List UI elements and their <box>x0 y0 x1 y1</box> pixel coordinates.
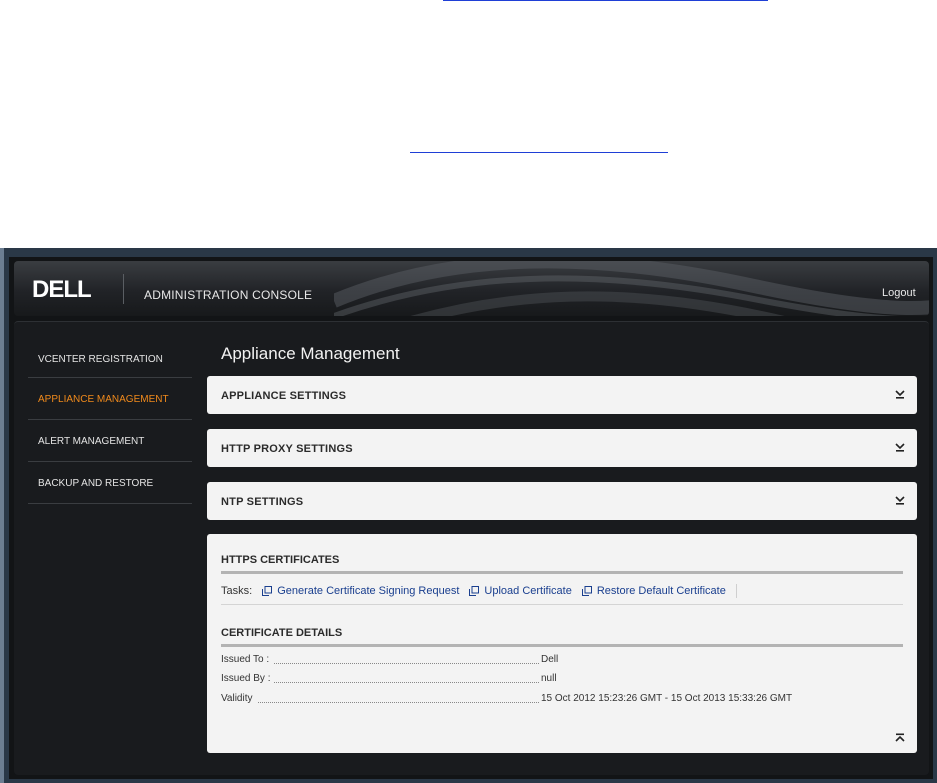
header-swoosh-decoration <box>334 261 929 316</box>
sidebar-item-vcenter-registration[interactable]: VCENTER REGISTRATION <box>28 340 192 378</box>
section-title: APPLIANCE SETTINGS <box>221 390 347 402</box>
appliance-settings-section[interactable]: APPLIANCE SETTINGS <box>207 376 917 414</box>
page-title: Appliance Management <box>221 344 400 363</box>
expand-icon[interactable] <box>895 442 905 452</box>
detail-value: 15 Oct 2012 15:23:26 GMT - 15 Oct 2013 1… <box>541 693 793 704</box>
task-link-label: Generate Certificate Signing Request <box>277 585 460 597</box>
task-link-label: Restore Default Certificate <box>596 585 726 597</box>
detail-row-issued-by: Issued By : null <box>221 673 903 687</box>
section-rule <box>221 571 903 574</box>
detail-row-issued-to: Issued To : Dell <box>221 654 903 668</box>
sidebar-item-appliance-management[interactable]: APPLIANCE MANAGEMENT <box>28 378 192 420</box>
console-title: ADMINISTRATION CONSOLE <box>144 288 313 302</box>
document-link-underline[interactable] <box>443 0 768 1</box>
sidebar-item-backup-and-restore[interactable]: BACKUP AND RESTORE <box>28 462 192 504</box>
section-rule <box>221 644 903 647</box>
ntp-settings-section[interactable]: NTP SETTINGS <box>207 482 917 520</box>
task-link-label: Upload Certificate <box>484 585 572 597</box>
header-divider <box>123 274 124 304</box>
section-title: HTTP PROXY SETTINGS <box>221 443 353 455</box>
dell-logo: DELL <box>32 276 92 300</box>
screenshot-frame: DELL ADMINISTRATION CONSOLE Logout VCENT… <box>0 248 937 783</box>
tasks-separator <box>735 584 737 598</box>
certificate-details-title: CERTIFICATE DETAILS <box>221 627 343 639</box>
svg-text:DELL: DELL <box>32 276 91 300</box>
popup-window-icon <box>581 586 592 596</box>
expand-icon[interactable] <box>895 389 905 399</box>
http-proxy-settings-section[interactable]: HTTP PROXY SETTINGS <box>207 429 917 467</box>
section-title: NTP SETTINGS <box>221 496 304 508</box>
detail-value: null <box>541 673 557 684</box>
detail-value: Dell <box>541 654 559 665</box>
detail-label: Validity <box>221 693 257 704</box>
sidebar-item-alert-management[interactable]: ALERT MANAGEMENT <box>28 420 192 462</box>
popup-window-icon <box>262 586 273 596</box>
sidebar-nav: VCENTER REGISTRATION APPLIANCE MANAGEMEN… <box>28 340 192 504</box>
collapse-icon[interactable] <box>895 733 905 743</box>
tasks-bar: Tasks: Generate Certificate Signing Requ… <box>221 584 737 598</box>
generate-csr-link[interactable]: Generate Certificate Signing Request <box>262 585 459 597</box>
upload-certificate-link[interactable]: Upload Certificate <box>469 585 572 597</box>
document-link-underline[interactable] <box>410 152 668 153</box>
console-window: DELL ADMINISTRATION CONSOLE Logout VCENT… <box>9 257 933 779</box>
restore-default-certificate-link[interactable]: Restore Default Certificate <box>581 585 726 597</box>
expand-icon[interactable] <box>895 495 905 505</box>
content-panel: VCENTER REGISTRATION APPLIANCE MANAGEMEN… <box>14 321 929 775</box>
detail-label: Issued By : <box>221 673 275 684</box>
https-certificates-section: HTTPS CERTIFICATES Tasks: Generate Certi… <box>207 534 917 753</box>
https-certificates-title: HTTPS CERTIFICATES <box>221 554 340 566</box>
tasks-label: Tasks: <box>221 585 253 597</box>
tasks-divider <box>221 604 903 605</box>
header-bar: DELL ADMINISTRATION CONSOLE Logout <box>14 261 929 316</box>
popup-window-icon <box>469 586 480 596</box>
detail-label: Issued To : <box>221 654 274 665</box>
logout-link[interactable]: Logout <box>882 287 916 299</box>
detail-row-validity: Validity 15 Oct 2012 15:23:26 GMT - 15 O… <box>221 693 903 707</box>
leader-dots <box>221 702 539 703</box>
